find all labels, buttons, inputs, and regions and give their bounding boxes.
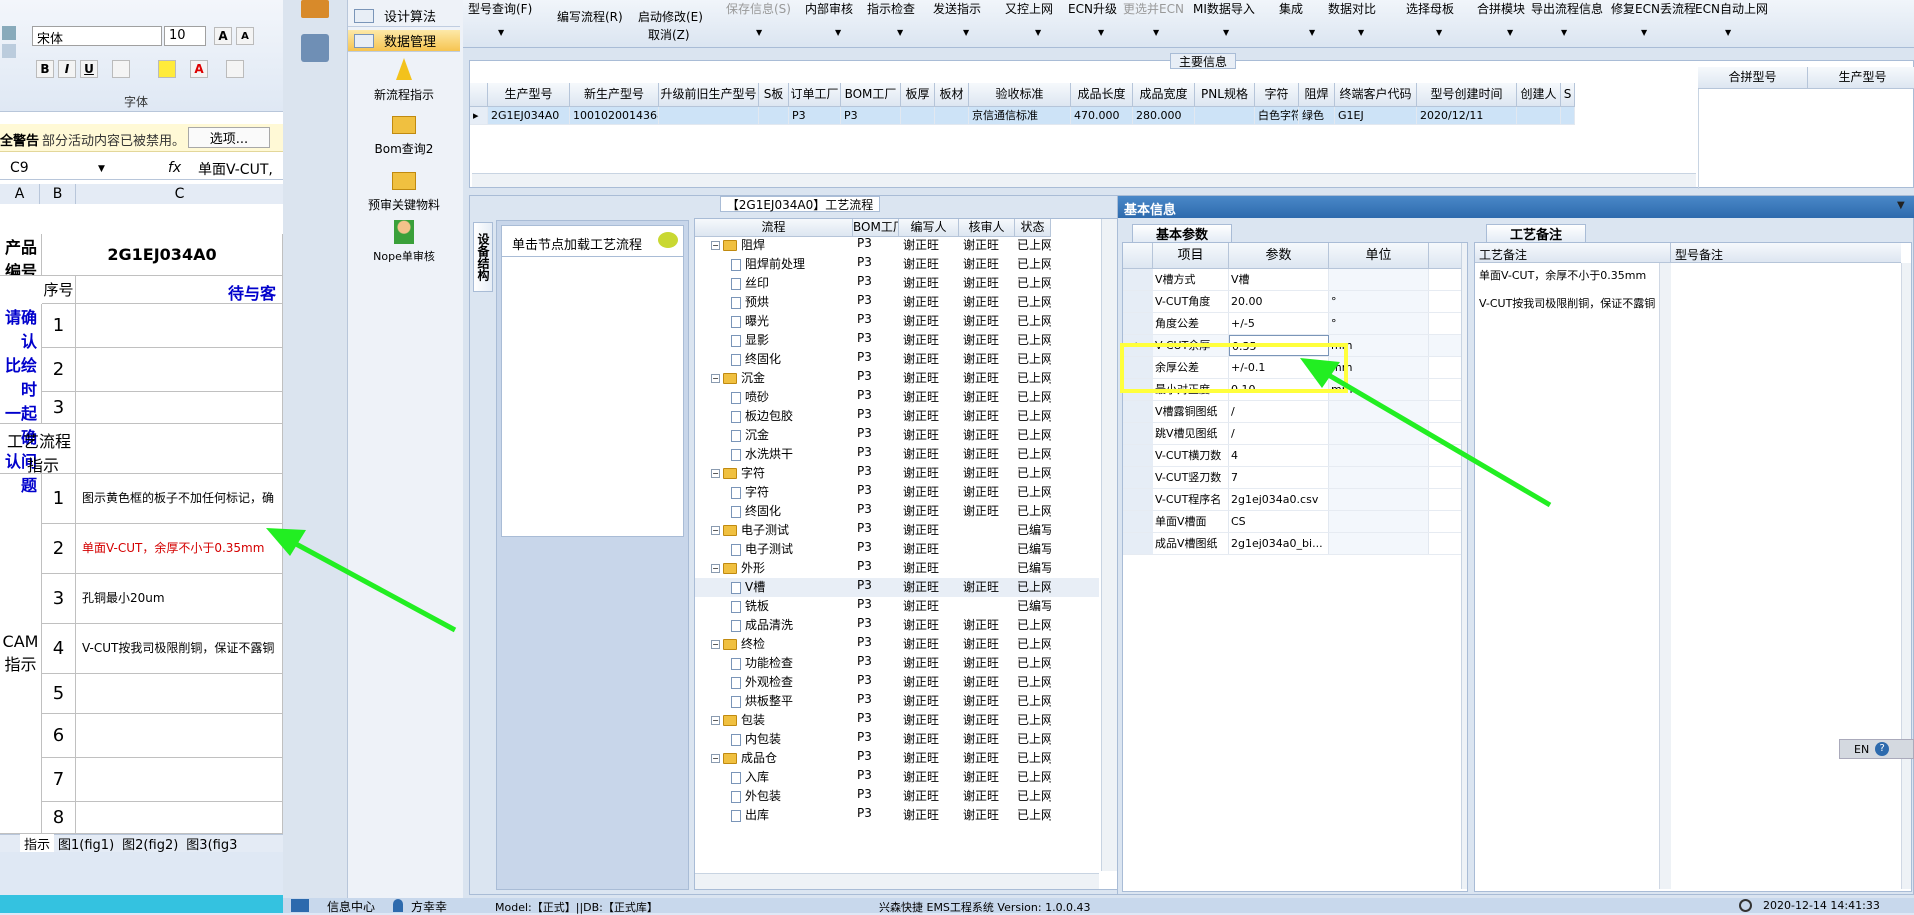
arrow-head-right [1300,358,1340,388]
arrow-line-left [283,535,457,633]
status-bar: 信息中心 方幸幸 Model:【正式】||DB:【正式库】 兴森快捷 EMS工程… [283,898,1914,915]
info-center-label[interactable]: 信息中心 [327,898,375,915]
annotation-arrows [266,358,1552,633]
user-icon [393,899,403,912]
datetime: 2020-12-14 14:41:33 [1763,899,1880,912]
arrow-head-left [266,528,306,556]
clock-icon [1739,899,1752,912]
arrow-line-right [1318,367,1552,508]
grid-icon[interactable] [291,899,309,912]
user-name: 方幸幸 [411,900,448,914]
